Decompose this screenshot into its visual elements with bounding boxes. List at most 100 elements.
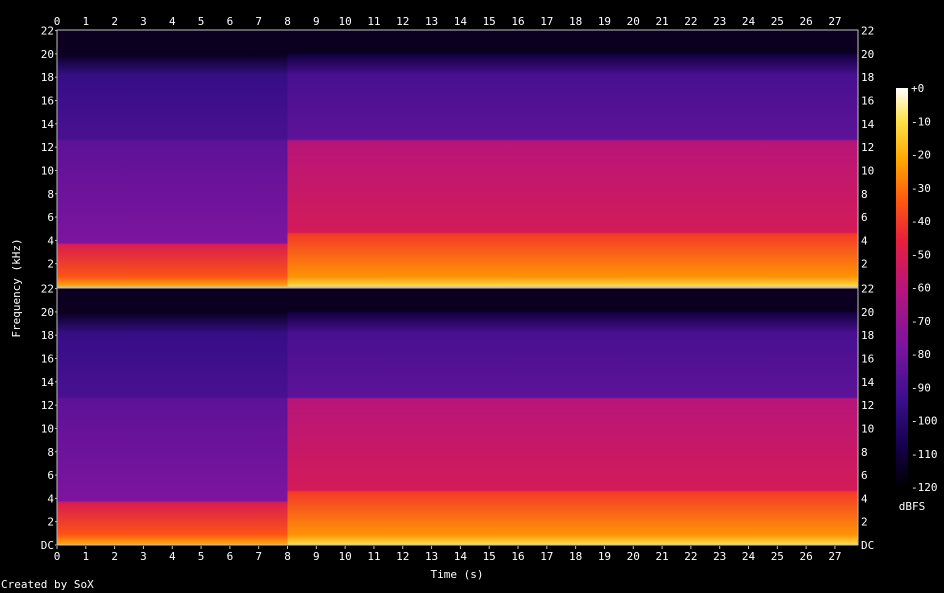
colorbar-tick-label: -110	[911, 448, 938, 461]
y-tick-label-right: 2	[861, 258, 868, 271]
y-tick-label-right: 18	[861, 71, 874, 84]
x-tick-label-top: 15	[483, 15, 496, 28]
colorbar-tick-label: -90	[911, 381, 931, 394]
y-tick-label-right: 12	[861, 141, 874, 154]
x-tick-label-bottom: 24	[742, 550, 756, 563]
x-tick-label-bottom: 3	[140, 550, 147, 563]
y-tick-label-left: 6	[47, 211, 54, 224]
y-tick-label-right: 14	[861, 376, 875, 389]
channel-2-spectrogram	[57, 288, 858, 545]
colorbar-label: dBFS	[899, 500, 926, 513]
colorbar-tick-label: -50	[911, 248, 931, 261]
x-tick-label-top: 9	[313, 15, 320, 28]
y-tick-label-left: 10	[41, 422, 54, 435]
y-tick-label-left: 12	[41, 141, 54, 154]
channel-1-spectrogram	[57, 30, 858, 287]
spectrogram-chart: 22 2220 2018 1816 1614 1412 1210 108 86 64 42 222 22…	[10, 15, 938, 581]
x-tick-label-bottom: 14	[454, 550, 468, 563]
y-tick-label-right: 16	[861, 353, 874, 366]
y-tick-label-right: 16	[861, 95, 874, 108]
x-tick-label-bottom: 18	[569, 550, 582, 563]
x-tick-label-bottom: 7	[255, 550, 262, 563]
x-tick-label-top: 21	[655, 15, 668, 28]
y-tick-label-left: 18	[41, 329, 54, 342]
y-tick-label-left: 22	[41, 25, 54, 38]
colorbar-tick-label: -120	[911, 481, 938, 494]
x-tick-label-top: 3	[140, 15, 147, 28]
x-tick-label-bottom: 12	[396, 550, 409, 563]
segment-2-energy	[287, 311, 858, 545]
x-axis-label: Time (s)	[431, 568, 484, 581]
y-tick-label-right: 8	[861, 188, 868, 201]
y-tick-label-right: 6	[861, 469, 868, 482]
y-tick-label-left: DC	[41, 539, 54, 552]
y-tick-label-left: 2	[47, 516, 54, 529]
x-tick-label-top: 12	[396, 15, 409, 28]
colorbar-tick-label: -20	[911, 149, 931, 162]
x-tick-label-top: 27	[828, 15, 841, 28]
y-tick-label-left: 14	[41, 376, 55, 389]
y-tick-label-right: 4	[861, 492, 868, 505]
y-tick-label-left: 12	[41, 399, 54, 412]
x-tick-label-bottom: 4	[169, 550, 176, 563]
x-tick-label-bottom: 5	[198, 550, 205, 563]
y-tick-label-left: 6	[47, 469, 54, 482]
segment-1-energy	[57, 311, 288, 545]
x-tick-label-top: 14	[454, 15, 468, 28]
y-tick-label-left: 14	[41, 118, 55, 131]
x-tick-label-bottom: 26	[800, 550, 813, 563]
colorbar: +0 -10 -20 -30 -40 -50 -60 -70 -80 -90 -100 -110 -12…	[896, 82, 938, 494]
x-tick-label-top: 7	[255, 15, 262, 28]
y-tick-label-right: 8	[861, 446, 868, 459]
colorbar-gradient	[896, 88, 908, 487]
y-tick-label-right: 22	[861, 283, 874, 296]
y-tick-label-left: 8	[47, 446, 54, 459]
colorbar-tick-label: -80	[911, 348, 931, 361]
x-tick-label-top: 5	[198, 15, 205, 28]
x-tick-label-top: 16	[511, 15, 524, 28]
x-tick-label-bottom: 16	[511, 550, 524, 563]
x-tick-label-bottom: 6	[227, 550, 234, 563]
y-tick-label-left: 10	[41, 164, 54, 177]
x-tick-label-bottom: 23	[713, 550, 726, 563]
colorbar-tick-label: -10	[911, 115, 931, 128]
x-tick-label-bottom: 21	[655, 550, 668, 563]
x-tick-label-bottom: 15	[483, 550, 496, 563]
x-tick-label-top: 8	[284, 15, 291, 28]
x-tick-label-top: 23	[713, 15, 726, 28]
y-tick-label-right: 10	[861, 164, 874, 177]
y-tick-label-right: 4	[861, 234, 868, 247]
colorbar-tick-label: -70	[911, 315, 931, 328]
x-tick-label-bottom: 13	[425, 550, 438, 563]
x-tick-label-top: 17	[540, 15, 553, 28]
x-tick-label-top: 25	[771, 15, 784, 28]
y-tick-label-right: 18	[861, 329, 874, 342]
y-tick-label-left: 18	[41, 71, 54, 84]
y-tick-label-right: DC	[861, 539, 874, 552]
x-tick-label-bottom: 0	[54, 550, 61, 563]
colorbar-tick-label: +0	[911, 82, 924, 95]
x-tick-label-bottom: 25	[771, 550, 784, 563]
y-tick-label-left: 16	[41, 353, 54, 366]
x-tick-label-bottom: 1	[83, 550, 90, 563]
y-tick-label-left: 4	[47, 234, 54, 247]
x-tick-label-top: 19	[598, 15, 611, 28]
x-tick-label-bottom: 10	[339, 550, 352, 563]
y-tick-label-right: 10	[861, 422, 874, 435]
x-tick-label-top: 20	[627, 15, 640, 28]
x-tick-label-top: 22	[684, 15, 697, 28]
colorbar-tick-label: -40	[911, 215, 931, 228]
y-tick-label-left: 4	[47, 492, 54, 505]
x-tick-label-bottom: 22	[684, 550, 697, 563]
x-tick-label-bottom: 19	[598, 550, 611, 563]
x-tick-label-top: 18	[569, 15, 582, 28]
x-tick-label-top: 10	[339, 15, 352, 28]
x-tick-label-bottom: 2	[111, 550, 118, 563]
x-tick-label-bottom: 11	[367, 550, 380, 563]
segment-2-energy	[287, 53, 858, 287]
x-tick-label-top: 24	[742, 15, 756, 28]
y-tick-label-right: 14	[861, 118, 875, 131]
x-tick-label-top: 2	[111, 15, 118, 28]
y-tick-label-right: 20	[861, 306, 874, 319]
y-tick-label-right: 2	[861, 516, 868, 529]
